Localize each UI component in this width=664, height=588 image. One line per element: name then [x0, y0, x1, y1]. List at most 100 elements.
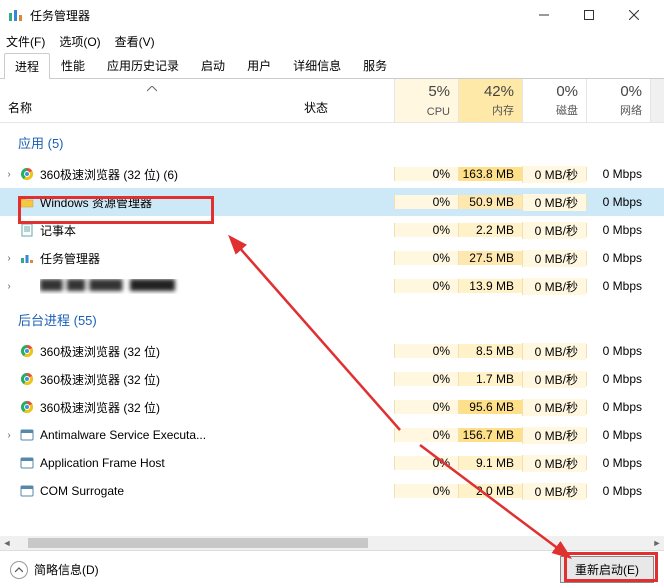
- cell-cpu: 0%: [394, 484, 458, 498]
- process-row[interactable]: Windows 资源管理器 0%50.9 MB0 MB/秒0 Mbps: [0, 188, 664, 216]
- cell-cpu: 0%: [394, 195, 458, 209]
- process-row[interactable]: 360极速浏览器 (32 位)0%8.5 MB0 MB/秒0 Mbps: [0, 337, 664, 365]
- tab-用户[interactable]: 用户: [236, 52, 282, 78]
- expand-icon[interactable]: ›: [0, 253, 18, 264]
- process-row[interactable]: ›Antimalware Service Executa...0%156.7 M…: [0, 421, 664, 449]
- process-name: 360极速浏览器 (32 位): [40, 343, 374, 360]
- process-list: 应用 (5) ›360极速浏览器 (32 位) (6)0%163.8 MB0 M…: [0, 123, 664, 573]
- process-icon: [18, 166, 36, 182]
- cell-disk: 0 MB/秒: [522, 455, 586, 472]
- col-cpu[interactable]: 5% CPU: [394, 79, 458, 122]
- process-row[interactable]: 360极速浏览器 (32 位)0%1.7 MB0 MB/秒0 Mbps: [0, 365, 664, 393]
- cell-cpu: 0%: [394, 279, 458, 293]
- process-name: Windows 资源管理器: [40, 194, 374, 211]
- cell-net: 0 Mbps: [586, 223, 650, 237]
- brief-info-link[interactable]: 简略信息(D): [34, 561, 560, 578]
- process-name: 360极速浏览器 (32 位): [40, 371, 374, 388]
- tab-进程[interactable]: 进程: [4, 53, 50, 79]
- restart-button[interactable]: 重新启动(E): [560, 556, 654, 583]
- cell-cpu: 0%: [394, 428, 458, 442]
- cell-cpu: 0%: [394, 167, 458, 181]
- expand-icon[interactable]: ›: [0, 169, 18, 180]
- process-name: COM Surrogate: [40, 484, 374, 498]
- chevron-up-icon[interactable]: [10, 561, 28, 579]
- footer: 简略信息(D) 重新启动(E): [0, 550, 664, 588]
- sort-caret-icon: [147, 81, 157, 95]
- process-name: 360极速浏览器 (32 位): [40, 399, 374, 416]
- cell-mem: 1.7 MB: [458, 372, 522, 386]
- maximize-button[interactable]: [566, 0, 611, 30]
- cell-net: 0 Mbps: [586, 484, 650, 498]
- cell-cpu: 0%: [394, 251, 458, 265]
- cell-disk: 0 MB/秒: [522, 250, 586, 267]
- cell-disk: 0 MB/秒: [522, 343, 586, 360]
- tab-strip: 进程性能应用历史记录启动用户详细信息服务: [0, 52, 664, 79]
- scroll-right-icon[interactable]: ►: [650, 536, 664, 550]
- process-icon: [18, 343, 36, 359]
- cell-cpu: 0%: [394, 344, 458, 358]
- cell-disk: 0 MB/秒: [522, 278, 586, 295]
- col-disk[interactable]: 0% 磁盘: [522, 79, 586, 122]
- tab-启动[interactable]: 启动: [190, 52, 236, 78]
- cell-mem: 13.9 MB: [458, 279, 522, 293]
- scroll-thumb[interactable]: [28, 538, 368, 548]
- close-button[interactable]: [611, 0, 656, 30]
- cell-disk: 0 MB/秒: [522, 166, 586, 183]
- cell-mem: 2.2 MB: [458, 223, 522, 237]
- process-icon: [18, 371, 36, 387]
- process-icon: [18, 455, 36, 471]
- process-row[interactable]: ›360极速浏览器 (32 位) (6)0%163.8 MB0 MB/秒0 Mb…: [0, 160, 664, 188]
- col-status[interactable]: 状态: [304, 79, 394, 122]
- process-icon: [18, 483, 36, 499]
- scroll-left-icon[interactable]: ◄: [0, 536, 14, 550]
- menu-view[interactable]: 查看(V): [115, 33, 155, 50]
- menu-file[interactable]: 文件(F): [6, 33, 45, 50]
- process-name: 记事本: [40, 222, 374, 239]
- horizontal-scrollbar[interactable]: ◄ ►: [0, 536, 664, 550]
- cell-net: 0 Mbps: [586, 400, 650, 414]
- vertical-scrollbar[interactable]: [650, 79, 664, 122]
- cell-net: 0 Mbps: [586, 279, 650, 293]
- process-row[interactable]: 记事本0%2.2 MB0 MB/秒0 Mbps: [0, 216, 664, 244]
- process-row[interactable]: Application Frame Host0%9.1 MB0 MB/秒0 Mb…: [0, 449, 664, 477]
- process-name: 任务管理器: [40, 250, 374, 267]
- cell-net: 0 Mbps: [586, 251, 650, 265]
- cell-disk: 0 MB/秒: [522, 194, 586, 211]
- cell-disk: 0 MB/秒: [522, 222, 586, 239]
- process-name: 360极速浏览器 (32 位) (6): [40, 166, 374, 183]
- tab-详细信息[interactable]: 详细信息: [282, 52, 352, 78]
- cell-mem: 95.6 MB: [458, 400, 522, 414]
- expand-icon[interactable]: ›: [0, 281, 18, 292]
- column-headers: 名称 状态 5% CPU 42% 内存 0% 磁盘 0% 网络: [0, 79, 664, 123]
- col-memory[interactable]: 42% 内存: [458, 79, 522, 122]
- process-name: Antimalware Service Executa...: [40, 428, 374, 442]
- cell-net: 0 Mbps: [586, 428, 650, 442]
- process-row[interactable]: › 0%13.9 MB0 MB/秒0 Mbps: [0, 272, 664, 300]
- cell-cpu: 0%: [394, 372, 458, 386]
- col-network[interactable]: 0% 网络: [586, 79, 650, 122]
- menu-options[interactable]: 选项(O): [59, 33, 100, 50]
- cell-net: 0 Mbps: [586, 456, 650, 470]
- process-row[interactable]: COM Surrogate0%2.0 MB0 MB/秒0 Mbps: [0, 477, 664, 505]
- group-apps: 应用 (5): [0, 123, 664, 160]
- expand-icon[interactable]: ›: [0, 430, 18, 441]
- cell-net: 0 Mbps: [586, 372, 650, 386]
- minimize-button[interactable]: [521, 0, 566, 30]
- cell-net: 0 Mbps: [586, 344, 650, 358]
- group-background: 后台进程 (55): [0, 300, 664, 337]
- process-icon: [18, 250, 36, 266]
- cell-net: 0 Mbps: [586, 195, 650, 209]
- process-row[interactable]: 360极速浏览器 (32 位)0%95.6 MB0 MB/秒0 Mbps: [0, 393, 664, 421]
- menubar: 文件(F) 选项(O) 查看(V): [0, 30, 664, 52]
- cell-mem: 50.9 MB: [458, 195, 522, 209]
- titlebar: 任务管理器: [0, 0, 664, 30]
- tab-应用历史记录[interactable]: 应用历史记录: [96, 52, 190, 78]
- col-name[interactable]: 名称: [0, 79, 304, 122]
- process-name: Application Frame Host: [40, 456, 374, 470]
- tab-性能[interactable]: 性能: [50, 52, 96, 78]
- process-row[interactable]: ›任务管理器0%27.5 MB0 MB/秒0 Mbps: [0, 244, 664, 272]
- cell-disk: 0 MB/秒: [522, 483, 586, 500]
- tab-服务[interactable]: 服务: [352, 52, 398, 78]
- cell-mem: 163.8 MB: [458, 167, 522, 181]
- process-icon: [18, 278, 36, 294]
